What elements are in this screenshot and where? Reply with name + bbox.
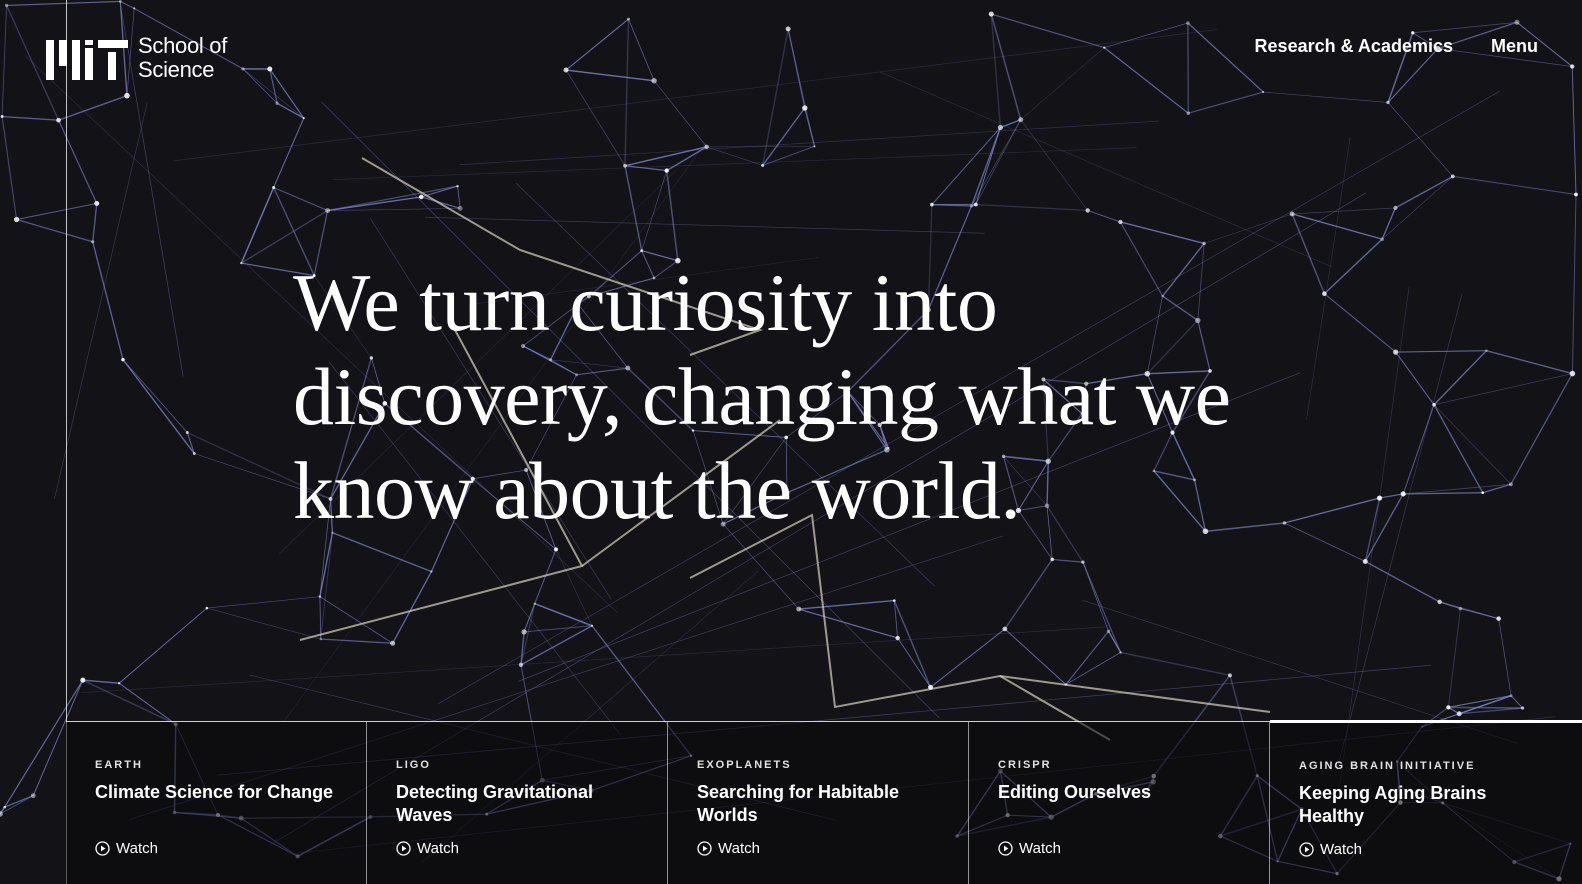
watch-link[interactable]: Watch	[998, 840, 1061, 857]
play-icon	[998, 841, 1013, 856]
play-icon	[396, 841, 411, 856]
card-title: Keeping Aging Brains Healthy	[1299, 783, 1487, 826]
mit-logo-icon	[46, 40, 128, 80]
watch-link[interactable]: Watch	[95, 840, 158, 857]
story-card-aging-brain[interactable]: AGING BRAIN INITIATIVE Keeping Aging Bra…	[1270, 720, 1582, 883]
top-nav: Research & Academics Menu	[1255, 36, 1538, 57]
card-kicker: AGING BRAIN INITIATIVE	[1299, 760, 1476, 772]
card-kicker: EXOPLANETS	[697, 759, 792, 771]
play-icon	[697, 841, 712, 856]
watch-label: Watch	[1019, 840, 1061, 857]
mit-logo-link[interactable]: School of Science	[46, 34, 248, 82]
nav-research-academics[interactable]: Research & Academics	[1255, 36, 1453, 57]
card-title: Editing Ourselves	[998, 782, 1152, 802]
logo-text: School of Science	[138, 33, 228, 82]
card-title: Searching for Habitable Worlds	[697, 782, 900, 825]
story-card-ligo[interactable]: LIGO Detecting Gravitational Waves Watch	[367, 722, 668, 884]
hero-headline: We turn curiosity into discovery, changi…	[293, 257, 1231, 536]
card-kicker: LIGO	[396, 759, 431, 771]
story-card-earth[interactable]: EARTH Climate Science for Change Watch	[66, 722, 367, 884]
featured-stories: EARTH Climate Science for Change Watch L…	[66, 720, 1582, 884]
card-title: Detecting Gravitational Waves	[396, 782, 594, 825]
watch-label: Watch	[417, 840, 459, 857]
watch-label: Watch	[116, 840, 158, 857]
play-icon	[95, 841, 110, 856]
watch-label: Watch	[1320, 841, 1362, 858]
watch-link[interactable]: Watch	[697, 840, 760, 857]
story-card-crispr[interactable]: CRISPR Editing Ourselves Watch	[969, 722, 1270, 884]
play-icon	[1299, 842, 1314, 857]
watch-link[interactable]: Watch	[1299, 841, 1362, 858]
story-card-exoplanets[interactable]: EXOPLANETS Searching for Habitable World…	[668, 722, 969, 884]
watch-label: Watch	[718, 840, 760, 857]
card-kicker: CRISPR	[998, 759, 1052, 771]
menu-button[interactable]: Menu	[1491, 36, 1538, 57]
card-kicker: EARTH	[95, 759, 143, 771]
watch-link[interactable]: Watch	[396, 840, 459, 857]
card-title: Climate Science for Change	[95, 782, 334, 802]
